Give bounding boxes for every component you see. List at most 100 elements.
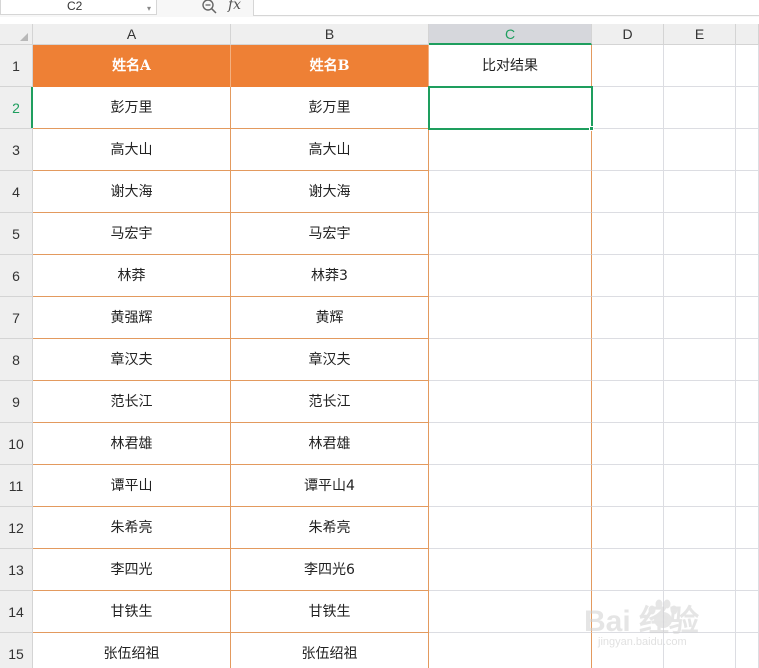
column-header-b[interactable]: B [231, 24, 429, 45]
cell-c15[interactable] [429, 633, 592, 668]
fill-handle[interactable] [589, 126, 594, 131]
cell-f9[interactable] [736, 381, 759, 423]
cell-b8[interactable]: 章汉夫 [231, 339, 429, 381]
cell-b1[interactable]: 姓名B [231, 45, 429, 87]
cell-e9[interactable] [664, 381, 736, 423]
formula-input[interactable] [253, 0, 759, 16]
cell-a6[interactable]: 林莽 [33, 255, 231, 297]
cell-c12[interactable] [429, 507, 592, 549]
cell-d5[interactable] [592, 213, 664, 255]
cell-a9[interactable]: 范长江 [33, 381, 231, 423]
cell-b12[interactable]: 朱希亮 [231, 507, 429, 549]
cell-c14[interactable] [429, 591, 592, 633]
cell-b2[interactable]: 彭万里 [231, 87, 429, 129]
cell-f2[interactable] [736, 87, 759, 129]
cell-f3[interactable] [736, 129, 759, 171]
cell-b14[interactable]: 甘铁生 [231, 591, 429, 633]
cell-c11[interactable] [429, 465, 592, 507]
row-header-6[interactable]: 6 [0, 255, 33, 297]
cell-f12[interactable] [736, 507, 759, 549]
cell-d3[interactable] [592, 129, 664, 171]
column-header-a[interactable]: A [33, 24, 231, 45]
row-header-3[interactable]: 3 [0, 129, 33, 171]
cell-e5[interactable] [664, 213, 736, 255]
zoom-icon[interactable] [201, 0, 219, 14]
cell-f10[interactable] [736, 423, 759, 465]
cell-a11[interactable]: 谭平山 [33, 465, 231, 507]
cell-f4[interactable] [736, 171, 759, 213]
cell-e11[interactable] [664, 465, 736, 507]
cell-e7[interactable] [664, 297, 736, 339]
cell-a10[interactable]: 林君雄 [33, 423, 231, 465]
cell-c3[interactable] [429, 129, 592, 171]
cell-c10[interactable] [429, 423, 592, 465]
row-header-9[interactable]: 9 [0, 381, 33, 423]
cell-b10[interactable]: 林君雄 [231, 423, 429, 465]
row-header-8[interactable]: 8 [0, 339, 33, 381]
cell-b5[interactable]: 马宏宇 [231, 213, 429, 255]
cell-e6[interactable] [664, 255, 736, 297]
cell-b11[interactable]: 谭平山4 [231, 465, 429, 507]
cell-c6[interactable] [429, 255, 592, 297]
column-header-e[interactable]: E [664, 24, 736, 45]
cell-b15[interactable]: 张伍绍祖 [231, 633, 429, 668]
cell-c9[interactable] [429, 381, 592, 423]
cell-d6[interactable] [592, 255, 664, 297]
cell-b7[interactable]: 黄辉 [231, 297, 429, 339]
cell-e4[interactable] [664, 171, 736, 213]
chevron-down-icon[interactable]: ▾ [147, 2, 151, 15]
cell-a7[interactable]: 黄强辉 [33, 297, 231, 339]
cell-f13[interactable] [736, 549, 759, 591]
row-header-10[interactable]: 10 [0, 423, 33, 465]
cell-a13[interactable]: 李四光 [33, 549, 231, 591]
name-box[interactable]: C2 ▾ [0, 0, 157, 15]
cell-b9[interactable]: 范长江 [231, 381, 429, 423]
cell-e3[interactable] [664, 129, 736, 171]
cell-a12[interactable]: 朱希亮 [33, 507, 231, 549]
cell-d12[interactable] [592, 507, 664, 549]
column-header-f[interactable] [736, 24, 759, 45]
cell-c13[interactable] [429, 549, 592, 591]
cell-d7[interactable] [592, 297, 664, 339]
row-header-14[interactable]: 14 [0, 591, 33, 633]
cell-e12[interactable] [664, 507, 736, 549]
row-header-2[interactable]: 2 [0, 87, 33, 129]
cell-f11[interactable] [736, 465, 759, 507]
cell-a2[interactable]: 彭万里 [33, 87, 231, 129]
cell-a14[interactable]: 甘铁生 [33, 591, 231, 633]
select-all-corner[interactable] [0, 24, 33, 45]
cell-d13[interactable] [592, 549, 664, 591]
cell-f5[interactable] [736, 213, 759, 255]
cell-a5[interactable]: 马宏宇 [33, 213, 231, 255]
cell-e2[interactable] [664, 87, 736, 129]
row-header-13[interactable]: 13 [0, 549, 33, 591]
cell-d11[interactable] [592, 465, 664, 507]
cell-c8[interactable] [429, 339, 592, 381]
cell-f7[interactable] [736, 297, 759, 339]
row-header-4[interactable]: 4 [0, 171, 33, 213]
column-header-d[interactable]: D [592, 24, 664, 45]
cell-f8[interactable] [736, 339, 759, 381]
cell-f6[interactable] [736, 255, 759, 297]
cell-c4[interactable] [429, 171, 592, 213]
column-header-c[interactable]: C [429, 24, 592, 45]
cell-c1[interactable]: 比对结果 [429, 45, 592, 87]
cell-f1[interactable] [736, 45, 759, 87]
cell-b13[interactable]: 李四光6 [231, 549, 429, 591]
cell-d2[interactable] [592, 87, 664, 129]
cell-a15[interactable]: 张伍绍祖 [33, 633, 231, 668]
cell-e1[interactable] [664, 45, 736, 87]
row-header-11[interactable]: 11 [0, 465, 33, 507]
fx-icon[interactable]: fx [228, 0, 241, 13]
cell-c2[interactable] [429, 87, 592, 129]
cell-b3[interactable]: 高大山 [231, 129, 429, 171]
cell-a4[interactable]: 谢大海 [33, 171, 231, 213]
cell-d10[interactable] [592, 423, 664, 465]
cell-a3[interactable]: 高大山 [33, 129, 231, 171]
cell-d9[interactable] [592, 381, 664, 423]
cell-e10[interactable] [664, 423, 736, 465]
cell-d4[interactable] [592, 171, 664, 213]
cell-a1[interactable]: 姓名A [33, 45, 231, 87]
cell-b6[interactable]: 林莽3 [231, 255, 429, 297]
row-header-12[interactable]: 12 [0, 507, 33, 549]
